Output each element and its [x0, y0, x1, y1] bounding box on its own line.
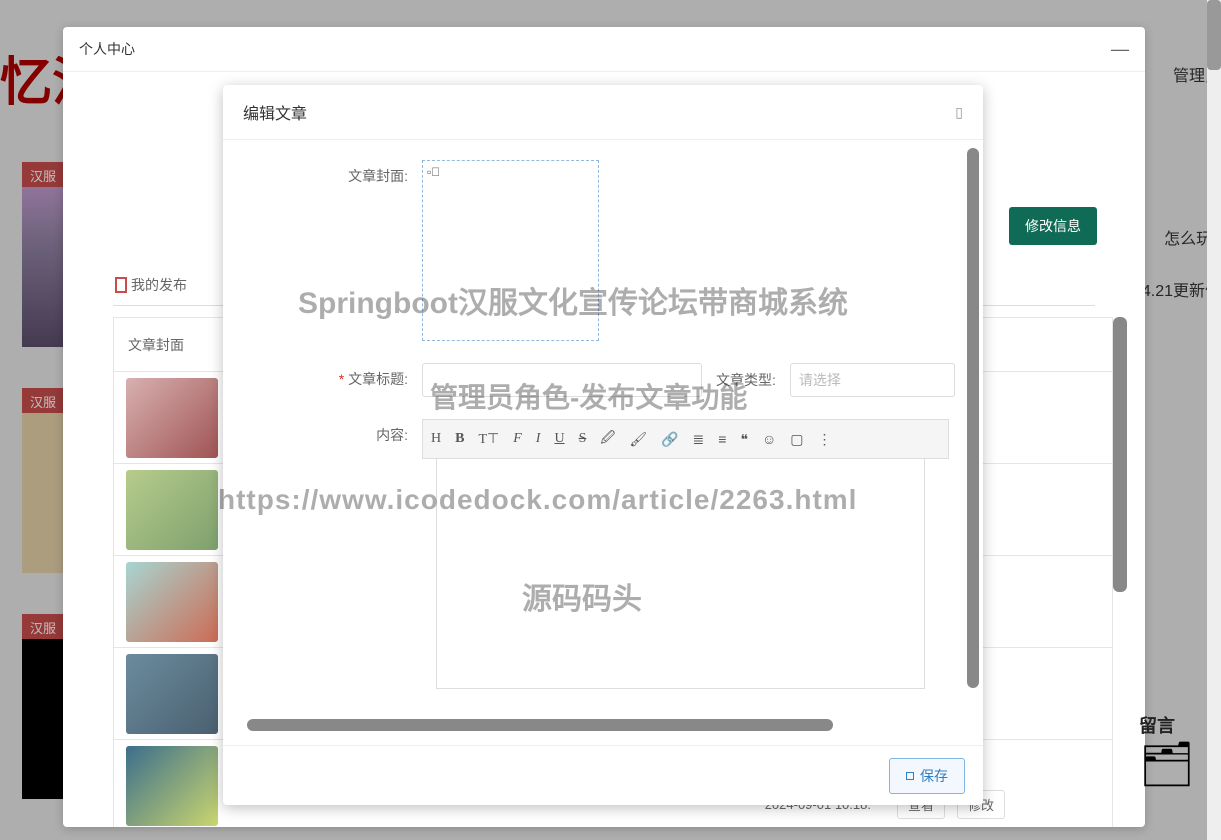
modal-horizontal-scrollbar[interactable] — [247, 719, 833, 731]
panel1-header: 个人中心 — — [63, 27, 1145, 72]
fontsize-button[interactable]: T⊤ — [478, 431, 499, 448]
type-label: 文章类型: — [716, 370, 776, 390]
align-button[interactable]: ≡ — [718, 431, 726, 447]
editor-toolbar: H B T⊤ F I U S 🖉 🖌 🔗 ≣ ≡ ❝ ☺ ▢ ⋮ — [422, 419, 949, 459]
minimize-button[interactable]: — — [1111, 39, 1129, 60]
heading-button[interactable]: H — [431, 431, 441, 447]
article-type-select[interactable]: 请选择 — [790, 363, 955, 397]
my-posts-tab[interactable]: 我的发布 — [115, 275, 187, 295]
type-placeholder: 请选择 — [799, 370, 841, 390]
panel1-title: 个人中心 — [79, 39, 135, 59]
image-button[interactable]: ▢ — [790, 431, 803, 448]
title-label: 文章标题: — [247, 363, 422, 389]
modal-title: 编辑文章 — [243, 100, 307, 124]
save-icon — [906, 772, 914, 780]
highlight-button[interactable]: 🖉 — [600, 427, 615, 451]
row-cover-image — [126, 654, 218, 734]
table-vertical-scrollbar[interactable] — [1113, 317, 1127, 592]
page-scrollbar-thumb[interactable] — [1207, 0, 1221, 70]
row-cover-image — [126, 470, 218, 550]
close-button[interactable]: ▯ — [955, 104, 963, 121]
row-cover-image — [126, 378, 218, 458]
emoji-button[interactable]: ☺ — [762, 431, 776, 447]
article-title-input[interactable] — [422, 363, 702, 397]
modify-info-button[interactable]: 修改信息 — [1009, 207, 1097, 245]
cover-label: 文章封面: — [247, 160, 422, 186]
cover-upload[interactable]: ▫⃞ — [422, 160, 599, 341]
broken-image-icon: ▫⃞ — [427, 165, 440, 179]
italic-button[interactable]: I — [536, 431, 541, 447]
title-type-row: 文章标题: 文章类型: 请选择 — [247, 363, 959, 397]
more-icon[interactable]: ⋮ — [818, 431, 832, 448]
modal-vertical-scrollbar[interactable] — [967, 148, 979, 688]
row-cover-image — [126, 562, 218, 642]
quote-button[interactable]: ❝ — [740, 431, 748, 448]
underline-button[interactable]: U — [554, 431, 564, 447]
strike-button[interactable]: S — [579, 431, 587, 447]
cover-row: 文章封面: ▫⃞ — [247, 160, 959, 341]
modal-footer: 保存 — [223, 745, 983, 805]
my-posts-icon — [115, 277, 127, 293]
edit-article-modal: 编辑文章 ▯ 文章封面: ▫⃞ 文章标题: 文章类型: 请选择 内容: H B — [223, 85, 983, 805]
content-row: 内容: H B T⊤ F I U S 🖉 🖌 🔗 ≣ ≡ ❝ ☺ ▢ ⋮ — [247, 419, 959, 459]
brush-button[interactable]: 🖌 — [629, 431, 647, 448]
save-label: 保存 — [920, 766, 948, 786]
link-button[interactable]: 🔗 — [661, 431, 678, 448]
content-editor[interactable] — [436, 459, 925, 689]
my-posts-label: 我的发布 — [131, 275, 187, 295]
page-scrollbar-track[interactable] — [1207, 0, 1221, 840]
bold-button[interactable]: B — [455, 431, 464, 447]
save-button[interactable]: 保存 — [889, 758, 965, 794]
modal-header: 编辑文章 ▯ — [223, 85, 983, 140]
content-label: 内容: — [247, 419, 422, 445]
list-button[interactable]: ≣ — [693, 431, 705, 448]
font-button[interactable]: F — [513, 431, 522, 447]
